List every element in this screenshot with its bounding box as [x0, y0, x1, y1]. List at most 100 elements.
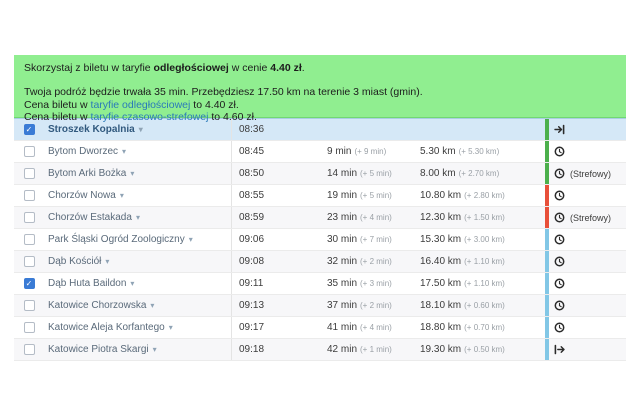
station-checkbox[interactable]	[24, 300, 35, 311]
travel-distance-cell: 19.30 km(+ 0.50 km)	[420, 339, 545, 360]
station-row[interactable]: Katowice Piotra Skargi▾09:1842 min(+ 1 m…	[14, 339, 626, 361]
distance-fare-post: to 4.40 zł.	[190, 99, 238, 111]
station-name-dropdown[interactable]: Bytom Arki Bożka▾	[44, 163, 232, 184]
journey-planner: Skorzystaj z biletu w taryfie odległości…	[14, 55, 626, 361]
station-name-label: Park Śląski Ogród Zoologiczny	[48, 234, 185, 245]
duration-delta: (+ 2 min)	[360, 301, 392, 310]
sign-out-icon	[554, 344, 565, 355]
checkbox-cell	[14, 339, 44, 360]
travel-distance: 5.30 km	[420, 146, 456, 157]
station-name-dropdown[interactable]: Katowice Piotra Skargi▾	[44, 339, 232, 360]
station-row[interactable]: Katowice Chorzowska▾09:1337 min(+ 2 min)…	[14, 295, 626, 317]
clock-icon	[554, 300, 565, 311]
stop-status-cell	[549, 317, 626, 338]
travel-duration-cell: 41 min(+ 4 min)	[327, 317, 420, 338]
chevron-down-icon: ▾	[169, 323, 173, 332]
duration-delta: (+ 9 min)	[354, 147, 386, 156]
station-name-label: Dąb Huta Baildon	[48, 278, 126, 289]
station-checkbox[interactable]	[24, 146, 35, 157]
station-name-label: Chorzów Estakada	[48, 212, 132, 223]
station-row[interactable]: Katowice Aleja Korfantego▾09:1741 min(+ …	[14, 317, 626, 339]
distance-delta: (+ 1.10 km)	[464, 257, 505, 266]
station-row[interactable]: Chorzów Estakada▾08:5923 min(+ 4 min)12.…	[14, 207, 626, 229]
station-row[interactable]: Bytom Dworzec▾08:459 min(+ 9 min)5.30 km…	[14, 141, 626, 163]
travel-duration: 35 min	[327, 278, 357, 289]
station-name-label: Katowice Piotra Skargi	[48, 344, 149, 355]
fare-info-banner: Skorzystaj z biletu w taryfie odległości…	[14, 55, 626, 118]
travel-duration: 9 min	[327, 146, 351, 157]
station-checkbox[interactable]	[24, 190, 35, 201]
strefowy-badge: (Strefowy)	[570, 169, 611, 179]
clock-icon	[554, 190, 565, 201]
travel-duration-cell: 37 min(+ 2 min)	[327, 295, 420, 316]
fare-suggestion-text: Skorzystaj z biletu w taryfie odległości…	[24, 62, 616, 74]
station-checkbox[interactable]: ✓	[24, 124, 35, 135]
travel-duration-cell	[327, 119, 420, 140]
station-name-dropdown[interactable]: Dąb Huta Baildon ▾	[44, 273, 232, 294]
travel-duration-cell: 19 min(+ 5 min)	[327, 185, 420, 206]
travel-distance-cell: 8.00 km(+ 2.70 km)	[420, 163, 545, 184]
checkbox-cell: ✓	[14, 273, 44, 294]
travel-duration: 41 min	[327, 322, 357, 333]
clock-icon	[554, 168, 565, 179]
station-name-dropdown[interactable]: Stroszek Kopalnia▾	[44, 119, 232, 140]
clock-icon	[554, 234, 565, 245]
stop-status-cell	[549, 251, 626, 272]
travel-duration: 14 min	[327, 168, 357, 179]
departure-time: 09:17	[232, 317, 327, 338]
duration-delta: (+ 7 min)	[360, 235, 392, 244]
duration-delta: (+ 4 min)	[360, 323, 392, 332]
checkbox-cell	[14, 163, 44, 184]
travel-distance: 18.10 km	[420, 300, 461, 311]
chevron-down-icon: ▾	[136, 213, 140, 222]
clock-icon	[554, 256, 565, 267]
station-row[interactable]: Bytom Arki Bożka▾08:5014 min(+ 5 min)8.0…	[14, 163, 626, 185]
station-checkbox[interactable]	[24, 234, 35, 245]
chevron-down-icon: ▾	[130, 169, 134, 178]
station-name-dropdown[interactable]: Park Śląski Ogród Zoologiczny▾	[44, 229, 232, 250]
distance-delta: (+ 0.70 km)	[464, 323, 505, 332]
distance-tariff-link[interactable]: taryfie odległościowej	[91, 99, 191, 111]
station-name-dropdown[interactable]: Bytom Dworzec▾	[44, 141, 232, 162]
clock-icon	[554, 146, 565, 157]
distance-delta: (+ 3.00 km)	[464, 235, 505, 244]
clock-icon	[554, 278, 565, 289]
station-row[interactable]: Park Śląski Ogród Zoologiczny▾09:0630 mi…	[14, 229, 626, 251]
distance-delta: (+ 2.80 km)	[464, 191, 505, 200]
strefowy-badge: (Strefowy)	[570, 213, 611, 223]
station-row[interactable]: ✓Stroszek Kopalnia▾08:36	[14, 119, 626, 141]
station-checkbox[interactable]	[24, 322, 35, 333]
travel-distance: 15.30 km	[420, 234, 461, 245]
travel-distance-cell	[420, 119, 545, 140]
station-row[interactable]: Dąb Kościół▾09:0832 min(+ 2 min)16.40 km…	[14, 251, 626, 273]
station-row[interactable]: Chorzów Nowa▾08:5519 min(+ 5 min)10.80 k…	[14, 185, 626, 207]
station-name-dropdown[interactable]: Katowice Aleja Korfantego▾	[44, 317, 232, 338]
chevron-down-icon: ▾	[120, 191, 124, 200]
stop-status-cell	[549, 339, 626, 360]
departure-time: 08:50	[232, 163, 327, 184]
station-checkbox[interactable]	[24, 344, 35, 355]
fare-suggestion-end: .	[302, 62, 305, 74]
duration-delta: (+ 4 min)	[360, 213, 392, 222]
station-name-dropdown[interactable]: Chorzów Nowa▾	[44, 185, 232, 206]
departure-time: 09:18	[232, 339, 327, 360]
station-checkbox[interactable]	[24, 212, 35, 223]
clock-icon	[554, 322, 565, 333]
checkbox-cell	[14, 295, 44, 316]
travel-distance-cell: 18.80 km(+ 0.70 km)	[420, 317, 545, 338]
travel-distance: 17.50 km	[420, 278, 461, 289]
station-name-dropdown[interactable]: Katowice Chorzowska▾	[44, 295, 232, 316]
station-checkbox[interactable]: ✓	[24, 278, 35, 289]
chevron-down-icon: ▾	[130, 279, 134, 288]
station-name-dropdown[interactable]: Dąb Kościół▾	[44, 251, 232, 272]
travel-duration-cell: 42 min(+ 1 min)	[327, 339, 420, 360]
departure-time: 08:55	[232, 185, 327, 206]
travel-duration: 23 min	[327, 212, 357, 223]
station-row[interactable]: ✓Dąb Huta Baildon▾09:1135 min(+ 3 min)17…	[14, 273, 626, 295]
duration-delta: (+ 5 min)	[360, 191, 392, 200]
station-checkbox[interactable]	[24, 256, 35, 267]
checkbox-cell	[14, 207, 44, 228]
station-checkbox[interactable]	[24, 168, 35, 179]
station-name-dropdown[interactable]: Chorzów Estakada ▾	[44, 207, 232, 228]
checkbox-cell	[14, 229, 44, 250]
